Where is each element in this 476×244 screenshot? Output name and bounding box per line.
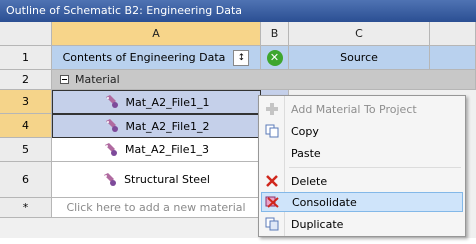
column-header-d <box>430 22 476 46</box>
menu-item-duplicate[interactable]: Duplicate <box>261 214 463 234</box>
menu-item-copy[interactable]: Copy <box>261 121 463 141</box>
table-row[interactable]: Mat_A2_File1_3 <box>52 138 261 162</box>
material-icon <box>105 142 117 156</box>
contents-header-cell: Contents of Engineering Data ↕ <box>52 46 261 70</box>
table-row[interactable]: Mat_A2_File1_2 <box>52 114 261 138</box>
column-header-c[interactable]: C <box>289 22 430 46</box>
material-icon <box>105 119 118 132</box>
add-icon <box>261 102 283 116</box>
column-header-b[interactable]: B <box>261 22 289 46</box>
menu-separator <box>289 167 461 168</box>
row-number[interactable]: 5 <box>0 138 52 162</box>
column-header-a[interactable]: A <box>52 22 261 46</box>
menu-item-paste[interactable]: Paste <box>261 143 463 163</box>
material-icon <box>104 172 117 186</box>
row-number[interactable]: 6 <box>0 162 52 198</box>
material-name: Mat_A2_File1_3 <box>125 143 209 156</box>
contents-header-label: Contents of Engineering Data <box>62 51 226 64</box>
window-title: Outline of Schematic B2: Engineering Dat… <box>0 0 476 22</box>
consolidate-icon <box>262 195 284 209</box>
table-row[interactable]: Mat_A2_File1_1 <box>52 90 261 114</box>
excel-x-icon[interactable]: ✕ <box>266 49 283 66</box>
menu-item-consolidate[interactable]: Consolidate <box>261 192 463 212</box>
row-number[interactable]: 2 <box>0 70 52 90</box>
add-material-row[interactable]: Click here to add a new material <box>52 198 261 218</box>
material-name: Structural Steel <box>124 173 210 186</box>
row-number[interactable]: 4 <box>0 114 52 138</box>
menu-item-delete[interactable]: Delete <box>261 171 463 191</box>
sort-icon[interactable]: ↕ <box>233 49 250 66</box>
row-number[interactable]: 1 <box>0 46 52 70</box>
source-toggle-cell: ✕ <box>261 46 289 70</box>
material-icon <box>105 95 118 108</box>
collapse-icon[interactable] <box>60 75 69 84</box>
header-extra-cell <box>430 46 476 70</box>
row-number[interactable]: 3 <box>0 90 52 114</box>
duplicate-icon <box>261 217 283 231</box>
material-group-label: Material <box>75 73 120 86</box>
table-row[interactable]: Structural Steel <box>52 162 261 198</box>
context-menu: Add Material To Project Copy Paste Delet… <box>258 95 466 237</box>
material-name: Mat_A2_File1_1 <box>125 95 210 109</box>
delete-x-icon <box>261 174 283 188</box>
copy-icon <box>261 124 283 138</box>
source-header-cell: Source <box>289 46 430 70</box>
row-number[interactable]: * <box>0 198 52 218</box>
corner-header <box>0 22 52 46</box>
menu-item-add-material: Add Material To Project <box>261 99 463 119</box>
material-name: Mat_A2_File1_2 <box>125 119 210 133</box>
material-group-row[interactable]: Material <box>52 70 476 90</box>
